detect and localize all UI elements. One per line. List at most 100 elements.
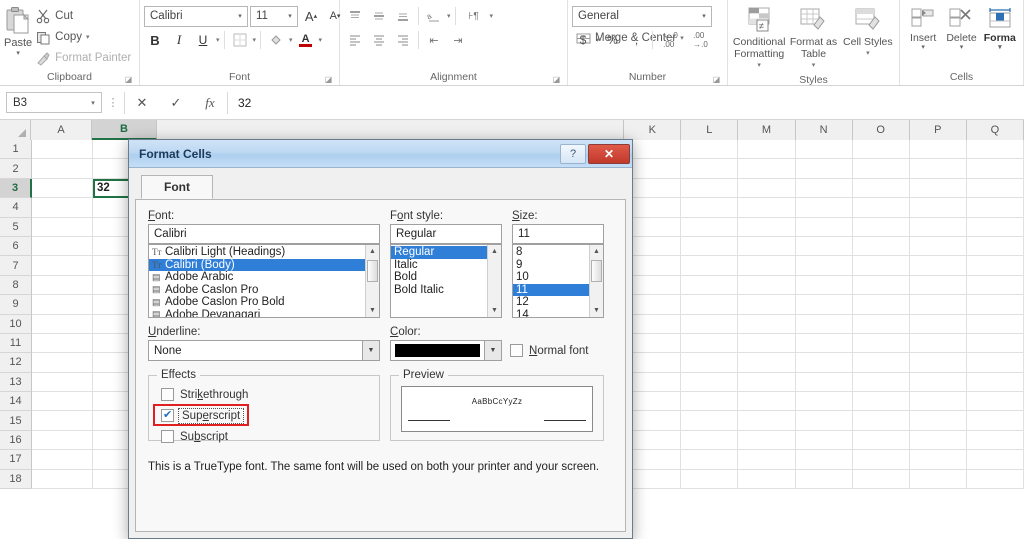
scroll-down-icon[interactable]: ▼ (366, 304, 379, 317)
increase-indent-button[interactable]: ⇥ (447, 29, 469, 51)
grid-cell[interactable] (738, 236, 796, 257)
grid-cell[interactable] (966, 140, 1024, 160)
grid-cell[interactable] (966, 159, 1024, 179)
currency-dropdown-icon[interactable]: ▾ (596, 36, 600, 44)
align-right-button[interactable] (392, 29, 414, 51)
grid-cell[interactable] (966, 217, 1024, 237)
grid-cell[interactable] (795, 314, 853, 334)
scrollbar-thumb[interactable] (367, 260, 378, 282)
clipboard-dialog-launcher[interactable]: ◪ (124, 75, 133, 84)
grid-cell[interactable] (909, 430, 967, 451)
grid-cell[interactable] (738, 159, 796, 179)
strikethrough-checkbox[interactable] (161, 388, 174, 401)
grid-cell[interactable] (32, 198, 93, 218)
scroll-up-icon[interactable]: ▲ (488, 245, 501, 258)
grid-cell[interactable] (32, 450, 93, 470)
grid-cell[interactable] (681, 295, 739, 315)
italic-button[interactable]: I (168, 29, 190, 51)
row-header-9[interactable]: 9 (0, 295, 32, 315)
borders-dropdown-icon[interactable]: ▾ (253, 36, 257, 44)
grid-cell[interactable] (681, 392, 739, 412)
grid-cell[interactable] (32, 333, 93, 354)
grid-cell[interactable] (909, 392, 967, 412)
list-item[interactable]: 10 (513, 271, 589, 284)
grid-cell[interactable] (681, 236, 739, 257)
grid-cell[interactable] (852, 411, 910, 431)
conditional-formatting-button[interactable]: ≠ Conditional Formatting ▾ (732, 6, 786, 72)
grid-cell[interactable] (681, 450, 739, 470)
grid-cell[interactable] (909, 217, 967, 237)
orientation-button[interactable]: a (423, 5, 445, 27)
superscript-checkbox-row[interactable]: Superscript (153, 404, 369, 426)
decrease-decimal-button[interactable]: .00 →.0 (687, 29, 715, 51)
normal-font-checkbox-row[interactable]: Normal font (510, 342, 588, 359)
copy-button[interactable]: Copy ▾ (32, 27, 135, 47)
grid-cell[interactable] (681, 372, 739, 393)
formula-input[interactable]: 32 (236, 92, 1018, 113)
grid-cell[interactable] (738, 256, 796, 276)
row-header-1[interactable]: 1 (0, 140, 32, 160)
grid-cell[interactable] (32, 275, 93, 296)
grid-cell[interactable] (852, 314, 910, 334)
list-item[interactable]: ▤ Adobe Caslon Pro Bold (149, 296, 365, 309)
paste-dropdown-icon[interactable]: ▾ (16, 50, 20, 57)
dialog-title-bar[interactable]: Format Cells ? ✕ (129, 140, 632, 168)
bold-button[interactable]: B (144, 29, 166, 51)
grid-cell[interactable] (909, 411, 967, 431)
grid-cell[interactable] (852, 217, 910, 237)
list-item[interactable]: Tᴛ Calibri Light (Headings) (149, 246, 365, 259)
font-color-dropdown-icon[interactable]: ▾ (319, 36, 323, 44)
grid-cell[interactable] (32, 314, 93, 334)
row-header-17[interactable]: 17 (0, 450, 32, 470)
grid-cell[interactable] (795, 236, 853, 257)
grid-cell[interactable] (909, 333, 967, 354)
grid-cell[interactable] (738, 217, 796, 237)
cell-styles-button[interactable]: Cell Styles ▾ (841, 6, 895, 60)
paste-button[interactable]: Paste ▾ (4, 4, 32, 57)
row-header-8[interactable]: 8 (0, 275, 32, 296)
grid-cell[interactable] (852, 236, 910, 257)
grid-cell[interactable] (795, 159, 853, 179)
fill-color-button[interactable] (265, 29, 287, 51)
grid-cell[interactable] (32, 217, 93, 237)
underline-button[interactable]: U (192, 29, 214, 51)
list-item[interactable]: ▤ Adobe Devanagari (149, 309, 365, 317)
cancel-entry-button[interactable]: ✕ (125, 95, 159, 111)
help-button[interactable]: ? (560, 143, 586, 164)
grid-cell[interactable] (32, 140, 93, 160)
column-header-K[interactable]: K (624, 120, 682, 140)
format-dropdown-icon[interactable]: ▾ (998, 44, 1002, 51)
grid-cell[interactable] (852, 430, 910, 451)
grid-cell[interactable] (795, 430, 853, 451)
select-all-button[interactable] (0, 120, 31, 140)
grid-cell[interactable] (852, 178, 910, 199)
grid-cell[interactable] (738, 275, 796, 296)
grid-cell[interactable] (32, 256, 93, 276)
grid-cell[interactable] (681, 198, 739, 218)
delete-cells-button[interactable]: Delete ▾ (942, 6, 980, 51)
tab-font[interactable]: Font (141, 175, 213, 199)
column-header-A[interactable]: A (31, 120, 92, 140)
text-direction-dropdown-icon[interactable]: ▾ (490, 12, 494, 20)
list-item[interactable]: 14 (513, 309, 589, 317)
grid-cell[interactable] (32, 430, 93, 451)
grid-cell[interactable] (32, 295, 93, 315)
grid-cell[interactable] (966, 256, 1024, 276)
grid-cell[interactable] (966, 411, 1024, 431)
underline-dropdown-icon[interactable]: ▾ (216, 36, 220, 44)
align-left-button[interactable] (344, 29, 366, 51)
grid-cell[interactable] (795, 198, 853, 218)
grid-cell[interactable] (795, 256, 853, 276)
font-color-button[interactable]: A (295, 29, 317, 51)
comma-button[interactable]: , (626, 29, 648, 51)
row-header-11[interactable]: 11 (0, 333, 32, 354)
grid-cell[interactable] (681, 411, 739, 431)
name-box-chevron-down-icon[interactable]: ▾ (85, 99, 101, 107)
name-box[interactable]: B3 ▾ (6, 92, 102, 113)
font-size-combo[interactable]: 11 ▾ (250, 5, 298, 27)
grid-cell[interactable] (852, 275, 910, 296)
alignment-dialog-launcher[interactable]: ◪ (552, 75, 561, 84)
fill-color-dropdown-icon[interactable]: ▾ (289, 36, 293, 44)
underline-chevron-down-icon[interactable]: ▼ (362, 341, 379, 360)
grid-cell[interactable] (909, 450, 967, 470)
